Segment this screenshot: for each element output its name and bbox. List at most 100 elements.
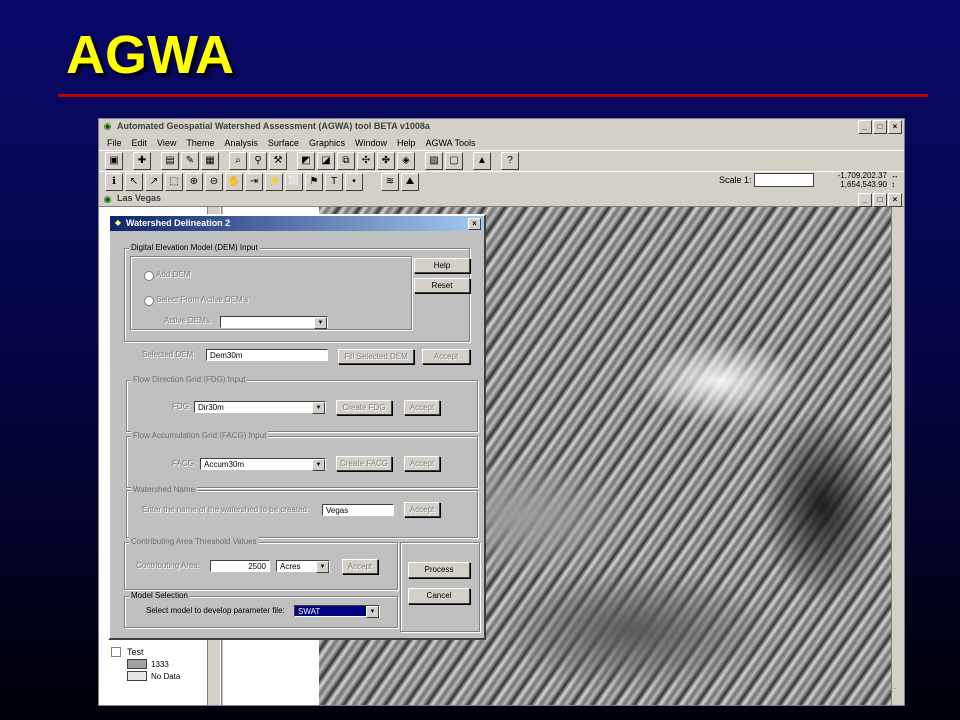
layer-visibility-checkbox[interactable]: [111, 647, 121, 657]
contour-tool-icon[interactable]: ≋: [381, 173, 399, 191]
label-icon[interactable]: ⚑: [305, 173, 323, 191]
help-pointer-icon[interactable]: ?: [501, 152, 519, 170]
process-button[interactable]: Process: [408, 562, 470, 578]
theme-properties-icon[interactable]: ▤: [161, 152, 179, 170]
facg-group-label: Flow Accumulation Grid (FACG) Input: [131, 431, 269, 440]
dropdown-arrow-icon[interactable]: ▼: [314, 317, 327, 329]
cancel-button[interactable]: Cancel: [408, 588, 470, 604]
horizontal-arrow-icon: ↔: [891, 171, 899, 180]
dialog-icon: ◆: [114, 218, 122, 227]
watershed-name-input[interactable]: Vegas: [322, 504, 394, 516]
menu-agwa-tools[interactable]: AGWA Tools: [426, 138, 476, 148]
slide-title: AGWA: [66, 25, 234, 85]
vertex-edit-icon[interactable]: ↗: [145, 173, 163, 191]
menu-surface[interactable]: Surface: [268, 138, 299, 148]
find-icon[interactable]: ⌕: [229, 152, 247, 170]
zoom-selected-icon[interactable]: ⧉: [337, 152, 355, 170]
pointer-icon[interactable]: ↖: [125, 173, 143, 191]
menu-window[interactable]: Window: [355, 138, 387, 148]
button-toolbar: ▣ ✚ ▤ ✎ ▦ ⌕ ⚲ ⚒ ◩ ◪ ⧉ ✣ ✤ ◈ ▨ ▢ ▲ ?: [99, 150, 904, 172]
contributing-area-input[interactable]: 2500: [210, 560, 270, 572]
area-units-dropdown[interactable]: Acres ▼: [276, 560, 330, 573]
create-fdg-button[interactable]: Create FDG: [336, 400, 392, 415]
dialog-title: Watershed Delineation 2: [126, 218, 231, 228]
select-feature-icon[interactable]: ⬚: [165, 173, 183, 191]
add-theme-icon[interactable]: ✚: [133, 152, 151, 170]
clear-selection-icon[interactable]: ▢: [445, 152, 463, 170]
menu-file[interactable]: File: [107, 138, 122, 148]
view-close-button[interactable]: ×: [888, 193, 902, 207]
legend-label: 1333: [151, 659, 169, 669]
fdg-dropdown[interactable]: Dir30m ▼: [194, 401, 326, 414]
save-icon[interactable]: ▣: [105, 152, 123, 170]
draw-point-icon[interactable]: •: [345, 173, 363, 191]
map-scrollbar[interactable]: [891, 207, 904, 705]
zoom-active-icon[interactable]: ◪: [317, 152, 335, 170]
zoom-previous-icon[interactable]: ◈: [397, 152, 415, 170]
hotlink-tool-icon[interactable]: ⚡: [265, 173, 283, 191]
open-table-icon[interactable]: ▦: [201, 152, 219, 170]
zoom-out-icon[interactable]: ⊖: [205, 173, 223, 191]
menu-theme[interactable]: Theme: [186, 138, 214, 148]
scale-input[interactable]: [754, 173, 814, 187]
view-maximize-button[interactable]: □: [873, 193, 887, 207]
dropdown-arrow-icon[interactable]: ▼: [312, 402, 325, 414]
dem-accept-button[interactable]: Accept: [422, 349, 470, 364]
scale-label: Scale 1:: [719, 175, 752, 185]
menu-help[interactable]: Help: [397, 138, 416, 148]
select-active-dem-radio[interactable]: [144, 296, 154, 306]
threshold-accept-button[interactable]: Accept: [342, 559, 378, 574]
dialog-close-button[interactable]: ×: [468, 218, 481, 230]
fdg-value: Dir30m: [198, 403, 224, 412]
hot-link-icon[interactable]: ▲: [473, 152, 491, 170]
surface-tool-icon[interactable]: ⛰: [401, 173, 419, 191]
selected-dem-field[interactable]: Dem30m: [206, 349, 328, 361]
fdg-accept-button[interactable]: Accept: [404, 400, 440, 415]
menu-analysis[interactable]: Analysis: [224, 138, 258, 148]
model-selection-label: Model Selection: [129, 591, 190, 600]
fill-selected-dem-button[interactable]: Fill Selected DEM: [338, 349, 414, 364]
text-icon[interactable]: T: [325, 173, 343, 191]
contributing-area-label: Contributing Area:: [136, 561, 201, 570]
query-builder-icon[interactable]: ⚒: [269, 152, 287, 170]
menu-view[interactable]: View: [157, 138, 176, 148]
select-features-icon[interactable]: ▨: [425, 152, 443, 170]
resize-grip-icon[interactable]: ⋰: [888, 687, 900, 699]
identify-icon[interactable]: ℹ: [105, 173, 123, 191]
minimize-button[interactable]: _: [858, 120, 872, 134]
dialog-titlebar: ◆ Watershed Delineation 2 ×: [110, 216, 484, 231]
add-dem-radio[interactable]: [144, 271, 154, 281]
dropdown-arrow-icon[interactable]: ▼: [366, 606, 379, 618]
edit-legend-icon[interactable]: ✎: [181, 152, 199, 170]
active-dems-dropdown[interactable]: ▼: [220, 316, 328, 329]
dropdown-arrow-icon[interactable]: ▼: [316, 561, 329, 573]
model-dropdown[interactable]: SWAT ▼: [294, 605, 380, 618]
dem-group-label: Digital Elevation Model (DEM) Input: [129, 243, 260, 252]
help-button[interactable]: Help: [414, 258, 470, 273]
menu-bar: File Edit View Theme Analysis Surface Gr…: [99, 135, 904, 150]
area-of-interest-icon[interactable]: ⬜: [285, 173, 303, 191]
measure-icon[interactable]: ⇥: [245, 173, 263, 191]
legend-label: No Data: [151, 671, 181, 681]
view-window-titlebar: ◉ Las Vegas _ □ ×: [99, 192, 904, 207]
watershed-name-accept-button[interactable]: Accept: [404, 502, 440, 517]
menu-graphics[interactable]: Graphics: [309, 138, 345, 148]
facg-dropdown[interactable]: Accum30m ▼: [200, 458, 326, 471]
menu-edit[interactable]: Edit: [132, 138, 148, 148]
zoom-out-fixed-icon[interactable]: ✤: [377, 152, 395, 170]
maximize-button[interactable]: □: [873, 120, 887, 134]
zoom-in-fixed-icon[interactable]: ✣: [357, 152, 375, 170]
zoom-in-icon[interactable]: ⊕: [185, 173, 203, 191]
zoom-full-icon[interactable]: ◩: [297, 152, 315, 170]
app-title: Automated Geospatial Watershed Assessmen…: [117, 121, 430, 131]
reset-button[interactable]: Reset: [414, 278, 470, 293]
create-facg-button[interactable]: Create FACG: [336, 456, 392, 471]
legend-swatch: [127, 659, 147, 669]
view-minimize-button[interactable]: _: [858, 193, 872, 207]
facg-accept-button[interactable]: Accept: [404, 456, 440, 471]
watershed-delineation-dialog: ◆ Watershed Delineation 2 × Digital Elev…: [108, 214, 486, 640]
dropdown-arrow-icon[interactable]: ▼: [312, 459, 325, 471]
close-button[interactable]: ×: [888, 120, 902, 134]
pan-icon[interactable]: ✋: [225, 173, 243, 191]
locate-address-icon[interactable]: ⚲: [249, 152, 267, 170]
